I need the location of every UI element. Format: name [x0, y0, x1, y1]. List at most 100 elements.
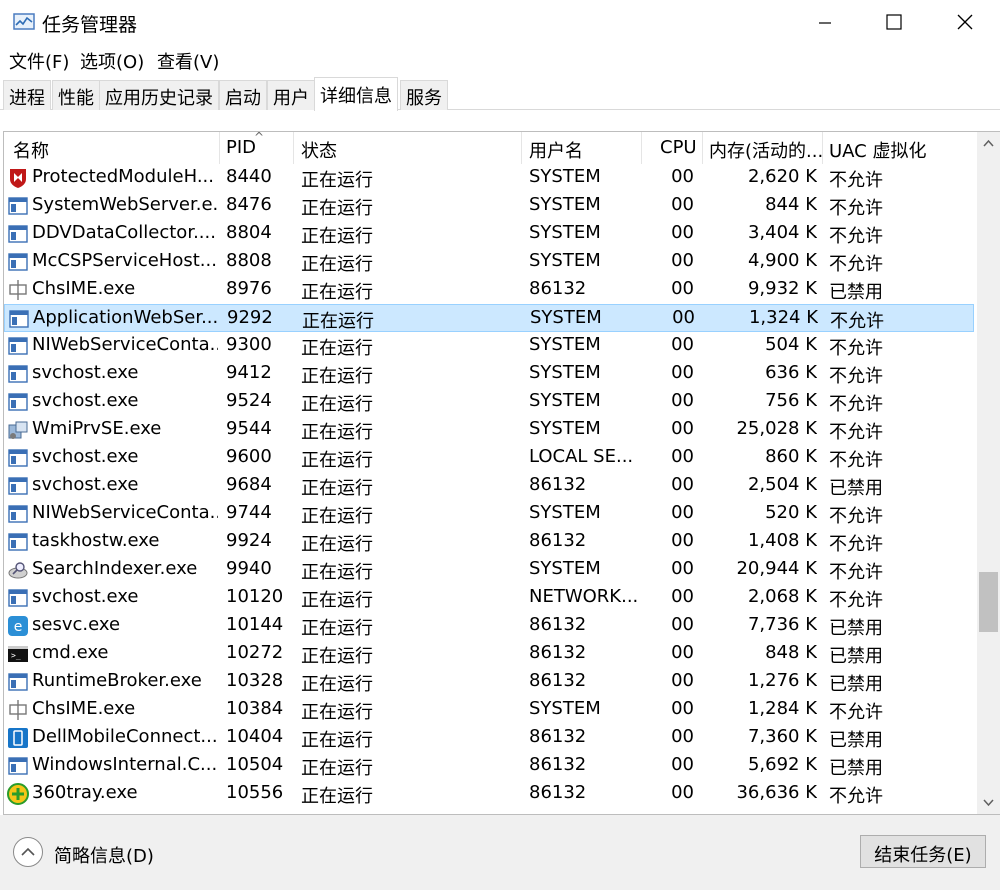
column-header-memory[interactable]: 内存(活动的...	[703, 132, 823, 164]
process-username: SYSTEM	[529, 334, 601, 355]
tab-users[interactable]: 用户	[267, 80, 315, 110]
process-status: 正在运行	[301, 422, 373, 442]
process-pid: 9292	[227, 307, 273, 328]
table-row[interactable]: NIWebServiceConta... 9744 正在运行 SYSTEM 00 520 …	[4, 500, 974, 528]
process-status: 正在运行	[302, 311, 374, 331]
column-header-status[interactable]: 状态	[294, 132, 522, 164]
close-button[interactable]	[930, 0, 1000, 44]
process-memory: 20,944 K	[736, 558, 817, 579]
process-cpu: 00	[671, 502, 694, 523]
table-row[interactable]: DDVDataCollector.... 8804 正在运行 SYSTEM 00 3,40…	[4, 220, 974, 248]
process-uac-virtualization: 不允许	[829, 534, 883, 554]
process-username: LOCAL SE...	[529, 446, 634, 467]
process-username: SYSTEM	[529, 418, 601, 439]
tab-details[interactable]: 详细信息	[314, 77, 398, 111]
column-header-username[interactable]: 用户名	[522, 132, 642, 164]
tab-services[interactable]: 服务	[400, 80, 448, 110]
app-window-icon	[8, 308, 30, 330]
app-window-icon	[7, 195, 29, 217]
process-status: 正在运行	[301, 394, 373, 414]
table-row[interactable]: DellMobileConnect... 10404 正在运行 86132 00 7,36…	[4, 724, 974, 752]
process-username: SYSTEM	[529, 194, 601, 215]
table-row[interactable]: 360tray.exe 10556 正在运行 86132 00 36,636 K 不允许	[4, 780, 974, 808]
tab-performance[interactable]: 性能	[52, 80, 100, 110]
process-username: 86132	[529, 726, 587, 747]
process-pid: 9544	[226, 418, 272, 439]
column-header-name[interactable]: 名称	[4, 132, 220, 164]
table-body: ProtectedModuleH... 8440 正在运行 SYSTEM 00 2,620…	[4, 164, 974, 808]
process-pid: 9940	[226, 558, 272, 579]
process-cpu: 00	[671, 670, 694, 691]
tab-app-history[interactable]: 应用历史记录	[99, 80, 219, 110]
process-pid: 10272	[226, 642, 284, 663]
column-header-cpu[interactable]: CPU	[642, 132, 703, 164]
fewer-details-link[interactable]: 简略信息(D)	[54, 842, 154, 868]
column-header-uac[interactable]: UAC 虚拟化	[823, 132, 974, 164]
app-window-icon	[7, 671, 29, 693]
table-row[interactable]: ApplicationWebSer... 9292 正在运行 SYSTEM 00 1,32…	[4, 304, 974, 332]
process-pid: 10404	[226, 726, 284, 747]
tab-processes[interactable]: 进程	[3, 80, 51, 110]
menu-options[interactable]: 选项(O)	[80, 48, 144, 74]
table-row[interactable]: ProtectedModuleH... 8440 正在运行 SYSTEM 00 2,620…	[4, 164, 974, 192]
process-username: SYSTEM	[529, 362, 601, 383]
maximize-button[interactable]	[860, 0, 930, 44]
collapse-chevron-up-icon[interactable]	[13, 837, 43, 867]
table-row[interactable]: ChsIME.exe 10384 正在运行 SYSTEM 00 1,284 K 不允许	[4, 696, 974, 724]
menu-bar: 文件(F) 选项(O) 查看(V)	[0, 44, 1000, 76]
table-row[interactable]: svchost.exe 9412 正在运行 SYSTEM 00 636 K 不允许	[4, 360, 974, 388]
process-status: 正在运行	[301, 478, 373, 498]
process-username: SYSTEM	[529, 250, 601, 271]
tab-startup[interactable]: 启动	[219, 80, 267, 110]
sesvc-icon: e	[7, 615, 29, 637]
scroll-up-arrow-icon[interactable]	[977, 132, 1000, 156]
cmd-icon: >_	[7, 643, 29, 665]
process-memory: 636 K	[765, 362, 817, 383]
scroll-down-arrow-icon[interactable]	[977, 790, 1000, 814]
table-row[interactable]: svchost.exe 9600 正在运行 LOCAL SE... 00 860 K 不允许	[4, 444, 974, 472]
process-pid: 8808	[226, 250, 272, 271]
process-memory: 1,284 K	[747, 698, 817, 719]
process-status: 正在运行	[301, 198, 373, 218]
process-memory: 860 K	[765, 446, 817, 467]
table-row[interactable]: taskhostw.exe 9924 正在运行 86132 00 1,408 K 不允许	[4, 528, 974, 556]
table-row[interactable]: svchost.exe 9684 正在运行 86132 00 2,504 K 已禁用	[4, 472, 974, 500]
menu-view[interactable]: 查看(V)	[157, 48, 219, 74]
process-username: SYSTEM	[529, 222, 601, 243]
process-uac-virtualization: 已禁用	[829, 646, 883, 666]
process-pid: 10144	[226, 614, 284, 635]
process-status: 正在运行	[301, 226, 373, 246]
process-uac-virtualization: 不允许	[829, 366, 883, 386]
table-row[interactable]: svchost.exe 10120 正在运行 NETWORK... 00 2,068 K 不…	[4, 584, 974, 612]
end-task-button[interactable]: 结束任务(E)	[860, 835, 986, 868]
process-username: 86132	[529, 278, 587, 299]
process-pid: 10120	[226, 586, 284, 607]
ime-icon	[7, 699, 29, 721]
menu-file[interactable]: 文件(F)	[9, 48, 69, 74]
process-username: SYSTEM	[529, 558, 601, 579]
table-row[interactable]: NIWebServiceConta... 9300 正在运行 SYSTEM 00 504 …	[4, 332, 974, 360]
process-name: RuntimeBroker.exe	[32, 670, 202, 691]
table-row[interactable]: RuntimeBroker.exe 10328 正在运行 86132 00 1,276 K…	[4, 668, 974, 696]
process-status: 正在运行	[301, 674, 373, 694]
table-row[interactable]: svchost.exe 9524 正在运行 SYSTEM 00 756 K 不允许	[4, 388, 974, 416]
process-status: 正在运行	[301, 562, 373, 582]
process-username: 86132	[529, 614, 587, 635]
scrollbar-thumb[interactable]	[979, 572, 998, 632]
process-pid: 8440	[226, 166, 272, 187]
wmi-icon	[7, 419, 29, 441]
table-row[interactable]: e sesvc.exe 10144 正在运行 86132 00 7,736 K 已禁用	[4, 612, 974, 640]
table-row[interactable]: WindowsInternal.C... 10504 正在运行 86132 00 5,69…	[4, 752, 974, 780]
process-memory: 3,404 K	[747, 222, 817, 243]
table-row[interactable]: WmiPrvSE.exe 9544 正在运行 SYSTEM 00 25,028 K 不允许	[4, 416, 974, 444]
table-row[interactable]: McCSPServiceHost.... 8808 正在运行 SYSTEM 00 4,90…	[4, 248, 974, 276]
process-username: NETWORK...	[529, 586, 637, 607]
table-row[interactable]: ChsIME.exe 8976 正在运行 86132 00 9,932 K 已禁用	[4, 276, 974, 304]
table-row[interactable]: >_ cmd.exe 10272 正在运行 86132 00 848 K 已禁用	[4, 640, 974, 668]
minimize-button[interactable]	[790, 0, 860, 44]
process-username: 86132	[529, 474, 587, 495]
table-row[interactable]: SearchIndexer.exe 9940 正在运行 SYSTEM 00 20,944 …	[4, 556, 974, 584]
table-row[interactable]: SystemWebServer.e... 8476 正在运行 SYSTEM 00 844 …	[4, 192, 974, 220]
vertical-scrollbar[interactable]	[977, 132, 1000, 814]
process-name: svchost.exe	[32, 446, 139, 467]
